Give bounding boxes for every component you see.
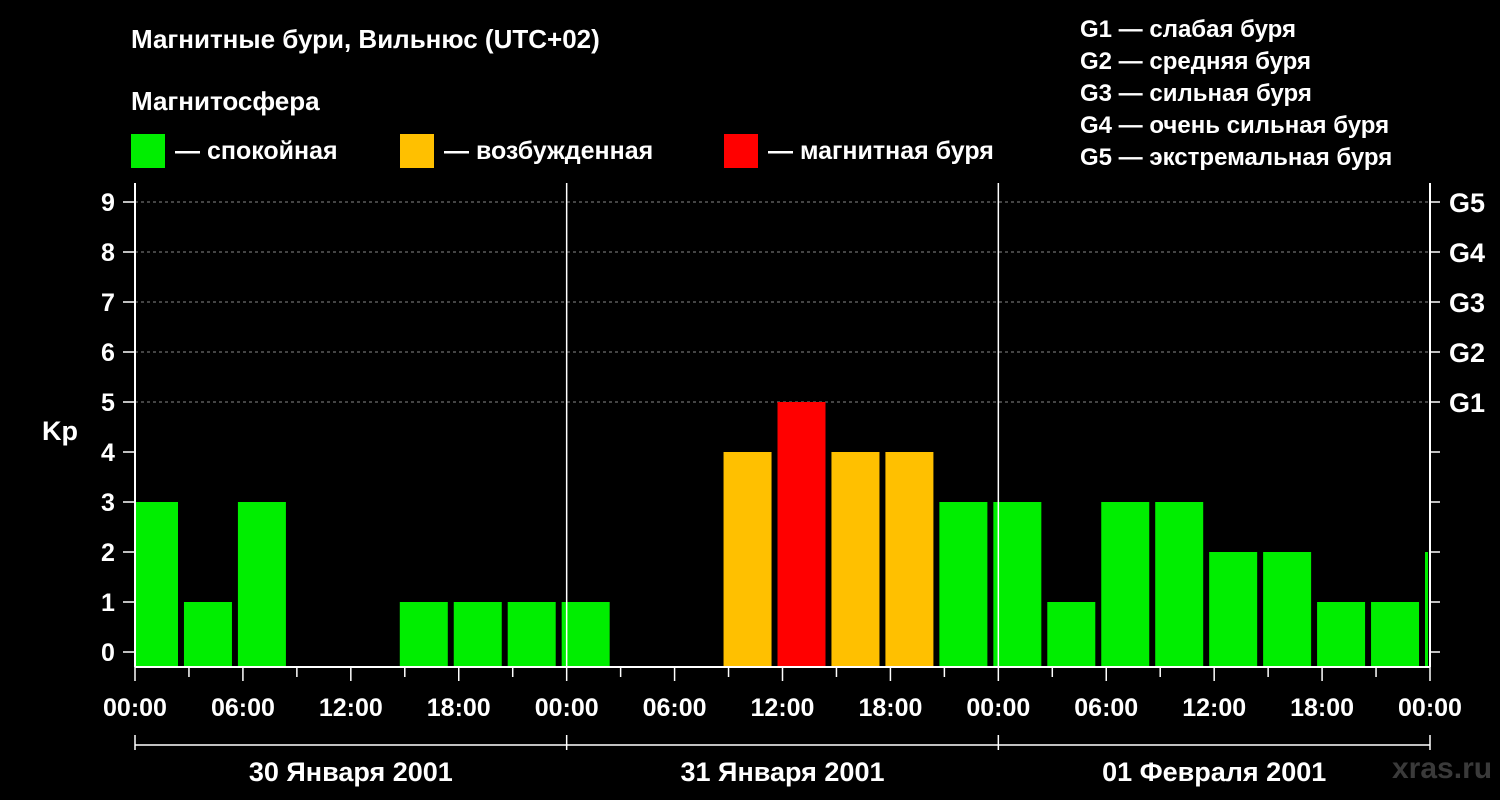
y-tick-label-1: 1: [101, 589, 115, 617]
y-tick-label-6: 6: [101, 339, 115, 367]
bar-20: [1209, 552, 1258, 667]
watermark: xras.ru: [1392, 752, 1493, 785]
x-tick-label-11: 18:00: [1290, 694, 1354, 722]
bar-6: [453, 602, 502, 667]
bar-17: [1047, 602, 1096, 667]
bar-18: [1101, 502, 1150, 667]
bar-0: [136, 502, 178, 667]
day-label-0: 30 Января 2001: [249, 757, 453, 787]
y-tick-label-5: 5: [101, 389, 115, 417]
bar-24: [1425, 552, 1428, 667]
y-tick-label-8: 8: [101, 239, 115, 267]
bar-15: [939, 502, 988, 667]
bar-7: [507, 602, 556, 667]
bar-1: [183, 602, 232, 667]
day-label-2: 01 Февраля 2001: [1102, 757, 1326, 787]
x-tick-label-6: 12:00: [751, 694, 815, 722]
bar-19: [1155, 502, 1204, 667]
g-tick-label-G5: G5: [1449, 188, 1485, 218]
y-tick-label-3: 3: [101, 489, 115, 517]
y-tick-label-9: 9: [101, 189, 115, 217]
g-tick-label-G3: G3: [1449, 288, 1485, 318]
g-tick-label-G2: G2: [1449, 338, 1485, 368]
y-axis-label: Kp: [42, 416, 78, 446]
bar-11: [723, 452, 772, 667]
x-tick-label-8: 00:00: [966, 694, 1030, 722]
day-label-1: 31 Января 2001: [681, 757, 885, 787]
bar-21: [1263, 552, 1312, 667]
x-tick-label-12: 00:00: [1398, 694, 1462, 722]
y-tick-label-7: 7: [101, 289, 115, 317]
bar-22: [1317, 602, 1366, 667]
bar-16: [993, 502, 1042, 667]
g-tick-label-G4: G4: [1449, 238, 1485, 268]
x-tick-label-0: 00:00: [103, 694, 167, 722]
bar-2: [237, 502, 286, 667]
x-tick-label-2: 12:00: [319, 694, 383, 722]
y-tick-label-0: 0: [101, 639, 115, 667]
bar-8: [561, 602, 610, 667]
x-tick-label-1: 06:00: [211, 694, 275, 722]
y-tick-label-2: 2: [101, 539, 115, 567]
bar-14: [885, 452, 934, 667]
x-tick-label-9: 06:00: [1074, 694, 1138, 722]
x-tick-label-10: 12:00: [1182, 694, 1246, 722]
x-tick-label-7: 18:00: [858, 694, 922, 722]
bar-5: [399, 602, 448, 667]
x-tick-label-3: 18:00: [427, 694, 491, 722]
kp-bar-chart: 0 1 2 3 4 5 6 7 8 9 G1 G2 G3 G4 G5 Kp 00:00 06:00 12:00 18:…: [42, 183, 1485, 787]
bar-23: [1371, 602, 1420, 667]
y-tick-label-4: 4: [101, 439, 115, 467]
bar-13: [831, 452, 880, 667]
g-tick-label-G1: G1: [1449, 388, 1485, 418]
bar-12: [777, 402, 826, 667]
x-tick-label-5: 06:00: [643, 694, 707, 722]
x-tick-label-4: 00:00: [535, 694, 599, 722]
